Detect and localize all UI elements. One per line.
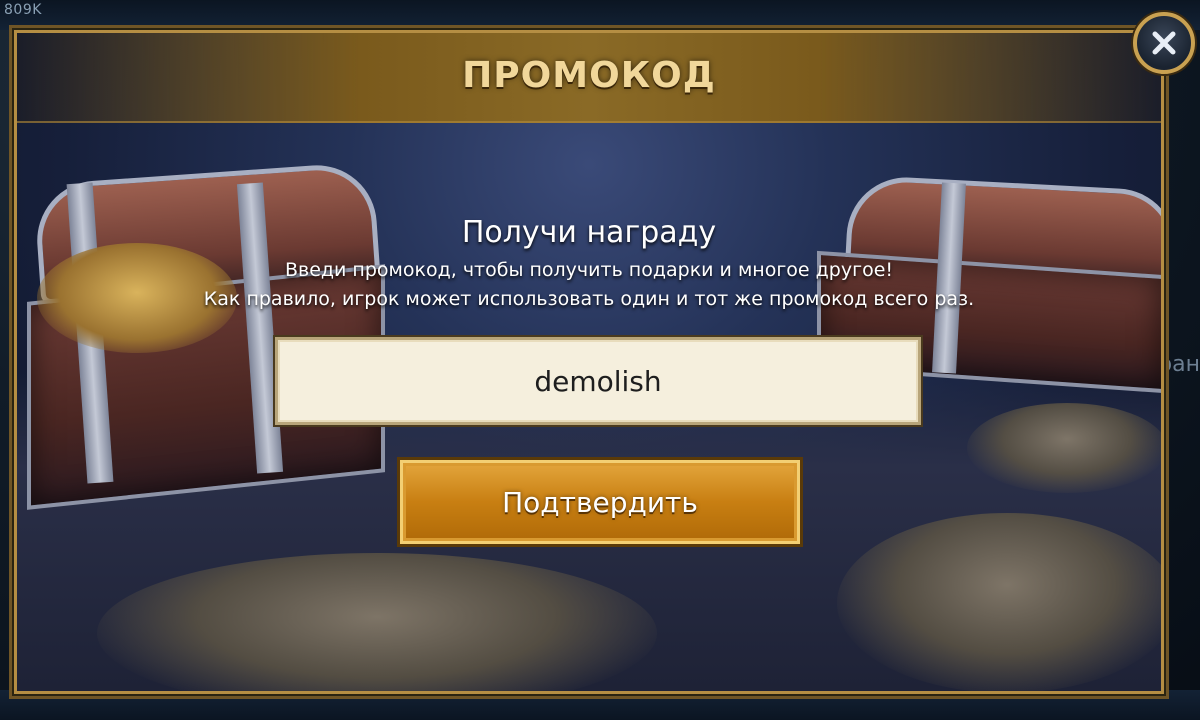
reward-heading: Получи награду (461, 215, 717, 250)
description-line-2: Как правило, игрок может использовать од… (203, 288, 975, 310)
promo-code-dialog: ПРОМОКОД Получи награду Введи промокод, … (14, 30, 1164, 694)
confirm-button-label: Подтвердить (502, 485, 698, 519)
resource-counter: 809K (4, 2, 42, 18)
background-bottom-hud (0, 690, 1200, 720)
close-icon (1152, 31, 1176, 55)
game-screen: 809K ран ПРОМОКОД Получи награду Введи п… (0, 0, 1200, 720)
promo-code-input[interactable]: demolish (275, 337, 921, 425)
background-side-text: ран (1158, 352, 1200, 377)
dialog-content: Получи награду Введи промокод, чтобы пол… (17, 33, 1161, 691)
confirm-button[interactable]: Подтвердить (400, 460, 800, 544)
background-top-hud: 809K (0, 0, 1200, 30)
close-button[interactable] (1133, 12, 1195, 74)
description-line-1: Введи промокод, чтобы получить подарки и… (284, 259, 894, 281)
